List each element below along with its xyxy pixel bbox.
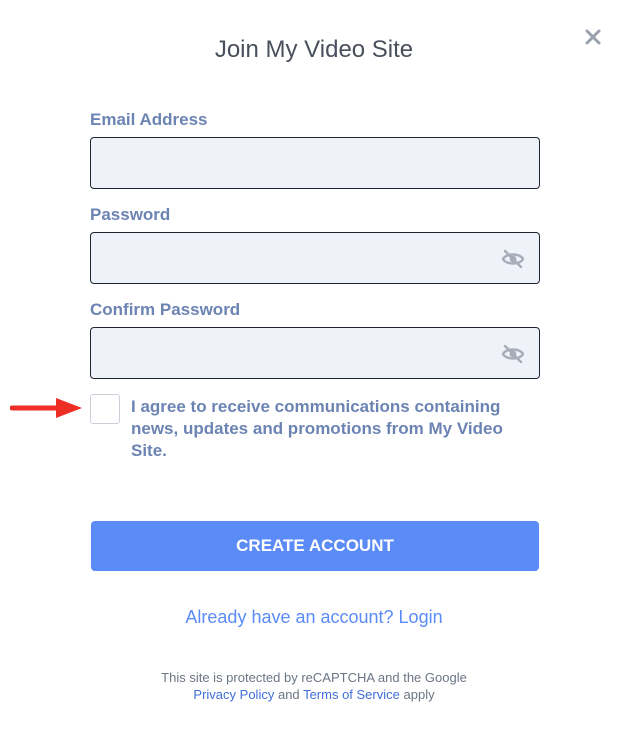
- password-field-wrapper: [90, 232, 540, 284]
- confirm-password-label: Confirm Password: [90, 300, 241, 319]
- confirm-password-field[interactable]: [91, 328, 539, 378]
- agree-checkbox[interactable]: [90, 394, 120, 424]
- eye-slash-icon[interactable]: [501, 248, 525, 270]
- create-account-button[interactable]: CREATE ACCOUNT: [91, 521, 539, 571]
- privacy-policy-link[interactable]: Privacy Policy: [193, 687, 274, 702]
- signup-modal: Join My Video Site Email Address Passwor…: [0, 0, 628, 741]
- password-label: Password: [90, 205, 171, 224]
- recaptcha-apply-text: apply: [403, 687, 435, 702]
- terms-of-service-link[interactable]: Terms of Service: [303, 687, 400, 702]
- agree-checkbox-label[interactable]: I agree to receive communications contai…: [131, 396, 531, 462]
- red-arrow-icon: [10, 398, 82, 418]
- recaptcha-and-text: and: [277, 687, 300, 702]
- recaptcha-links-line: Privacy Policy and Terms of Service appl…: [0, 686, 628, 703]
- email-field-wrapper: [90, 137, 540, 189]
- recaptcha-text: This site is protected by reCAPTCHA and …: [161, 670, 467, 685]
- password-field[interactable]: [91, 233, 539, 283]
- login-link[interactable]: Already have an account? Login: [0, 607, 628, 628]
- modal-title: Join My Video Site: [214, 36, 414, 63]
- confirm-password-field-wrapper: [90, 327, 540, 379]
- recaptcha-notice: This site is protected by reCAPTCHA and …: [0, 669, 628, 703]
- eye-slash-icon[interactable]: [501, 343, 525, 365]
- email-field[interactable]: [91, 138, 539, 188]
- email-label: Email Address: [90, 110, 208, 129]
